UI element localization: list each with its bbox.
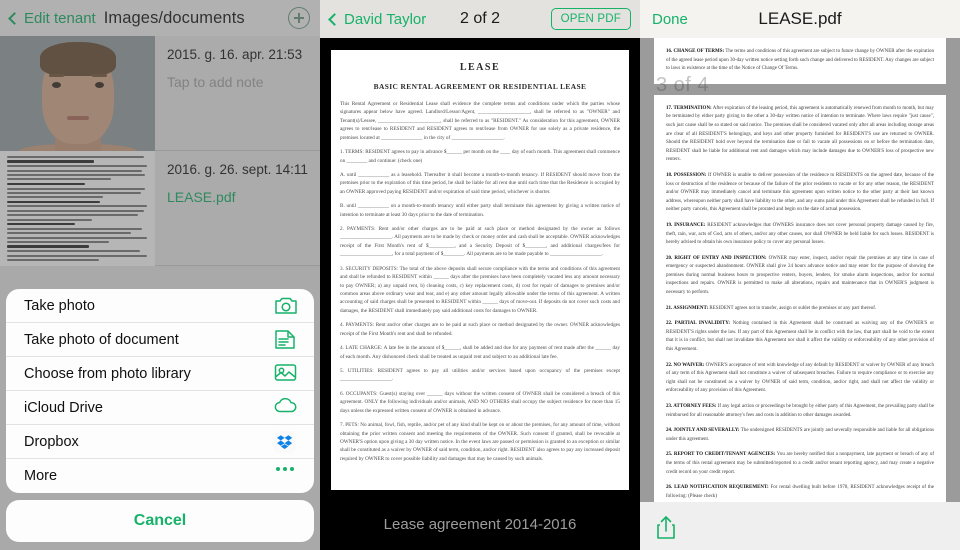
- pdf-scroll-area[interactable]: 16. CHANGE OF TERMS: The terms and condi…: [640, 38, 960, 502]
- pdf-paragraph: 24. JOINTLY AND SEVERALLY: The undersign…: [666, 428, 934, 442]
- action-label: Choose from photo library: [24, 365, 191, 382]
- document-paragraph: 4. LATE CHARGE: A late fee in the amount…: [340, 345, 620, 360]
- document-paragraph: A. until ____________ as a leasehold. Th…: [340, 171, 620, 195]
- pdf-paragraph: 20. RIGHT OF ENTRY AND INSPECTION: OWNER…: [666, 255, 934, 296]
- right-nav-bar: Done LEASE.pdf: [640, 0, 960, 38]
- panel-document-preview: David Taylor 2 of 2 OPEN PDF LEASE BASIC…: [320, 0, 640, 550]
- ellipsis-icon: [274, 465, 298, 487]
- action-label: Take photo: [24, 297, 95, 314]
- action-more[interactable]: More: [6, 459, 314, 493]
- action-choose-from-photo-library[interactable]: Choose from photo library: [6, 357, 314, 391]
- back-button-label: David Taylor: [344, 10, 427, 28]
- action-label: Take photo of document: [24, 331, 179, 348]
- action-take-photo-of-document[interactable]: Take photo of document: [6, 323, 314, 357]
- action-label: Dropbox: [24, 433, 79, 450]
- action-dropbox[interactable]: Dropbox: [6, 425, 314, 459]
- pdf-page-indicator: 3 of 4: [656, 74, 710, 96]
- pdf-paragraph: 25. REPORT TO CREDIT/TENANT AGENCIES: Yo…: [666, 452, 934, 475]
- pdf-paragraph: 21. ASSIGNMENT: RESIDENT agrees not to t…: [666, 305, 877, 311]
- action-sheet: Take photo Take photo of document Choose…: [6, 289, 314, 542]
- page-counter: 2 of 2: [459, 10, 501, 27]
- document-paragraph: B. until ____________ on a month-to-mont…: [340, 203, 620, 218]
- action-label: More: [24, 468, 58, 484]
- pdf-paragraph: 26. LEAD NOTIFICATION REQUIREMENT: For r…: [666, 485, 934, 499]
- panel-images-documents: Edit tenant Images/documents 2015. g. 16…: [0, 0, 320, 550]
- photo-library-icon: [274, 363, 298, 385]
- document-title: LEASE: [459, 62, 501, 73]
- chevron-left-icon: [328, 12, 341, 26]
- dropbox-icon: [274, 430, 298, 453]
- document-paragraph: 1. TERMS: RESIDENT agrees to pay in adva…: [340, 149, 620, 164]
- mid-nav-bar: David Taylor 2 of 2 OPEN PDF: [320, 0, 640, 38]
- pdf-paragraph: 23. ATTORNEY FEES: If any legal action o…: [666, 404, 935, 418]
- document-paragraph: 4. PAYMENTS: Rent and/or other charges a…: [340, 322, 620, 337]
- pdf-pages: 16. CHANGE OF TERMS: The terms and condi…: [654, 38, 946, 502]
- document-caption: Lease agreement 2014-2016: [320, 498, 640, 550]
- document-paragraph: 5. UTILITIES: RESIDENT agrees to pay all…: [340, 367, 620, 383]
- document-paragraph: 3. SECURITY DEPOSITS: The total of the a…: [340, 265, 620, 314]
- cancel-button[interactable]: Cancel: [6, 500, 314, 542]
- pdf-paragraph: 19. INSURANCE: RESIDENT acknowledges tha…: [666, 222, 934, 246]
- action-take-photo[interactable]: Take photo: [6, 289, 314, 323]
- back-button-david-taylor[interactable]: David Taylor: [328, 10, 427, 28]
- done-button[interactable]: Done: [652, 11, 688, 28]
- pdf-paragraph: 22. PARTIAL INVALIDITY: Nothing containe…: [666, 321, 934, 353]
- document-subtitle: BASIC RENTAL AGREEMENT OR RESIDENTIAL LE…: [373, 82, 587, 91]
- open-pdf-button[interactable]: OPEN PDF: [550, 8, 631, 30]
- document-paragraph: 6. OCCUPANTS: Guest(s) staying over ____…: [340, 390, 620, 414]
- action-label: iCloud Drive: [24, 399, 103, 416]
- document-paragraph: 7. PETS: No animal, fowl, fish, reptile,…: [340, 422, 620, 462]
- pdf-toolbar: [640, 502, 960, 550]
- cloud-icon: [274, 397, 298, 419]
- document-paragraph: This Rental Agreement or Residential Lea…: [340, 101, 620, 141]
- pdf-paragraph: 17. TERMINATION: After expiration of the…: [666, 105, 934, 163]
- pdf-page: 17. TERMINATION: After expiration of the…: [654, 94, 946, 502]
- pdf-paragraph: 18. POSSESSION: If OWNER is unable to de…: [666, 172, 935, 213]
- action-sheet-options: Take photo Take photo of document Choose…: [6, 289, 314, 493]
- document-body: This Rental Agreement or Residential Lea…: [340, 100, 620, 463]
- camera-icon: [274, 295, 298, 317]
- panel-pdf-viewer: Done LEASE.pdf 16. CHANGE OF TERMS: The …: [640, 0, 960, 550]
- document-page[interactable]: LEASE BASIC RENTAL AGREEMENT OR RESIDENT…: [331, 50, 629, 490]
- pdf-filename-title: LEASE.pdf: [758, 9, 842, 28]
- pdf-paragraph: 22. NO WAIVER: OWNER'S acceptance of ren…: [666, 362, 934, 394]
- document-paragraph: 2. PAYMENTS: Rent and/or other charges a…: [340, 226, 620, 258]
- screenshot-root: Edit tenant Images/documents 2015. g. 16…: [0, 0, 960, 550]
- share-icon[interactable]: [654, 515, 678, 539]
- pdf-paragraph: 16. CHANGE OF TERMS: The terms and condi…: [666, 49, 935, 72]
- action-icloud-drive[interactable]: iCloud Drive: [6, 391, 314, 425]
- document-scan-icon: [274, 329, 298, 351]
